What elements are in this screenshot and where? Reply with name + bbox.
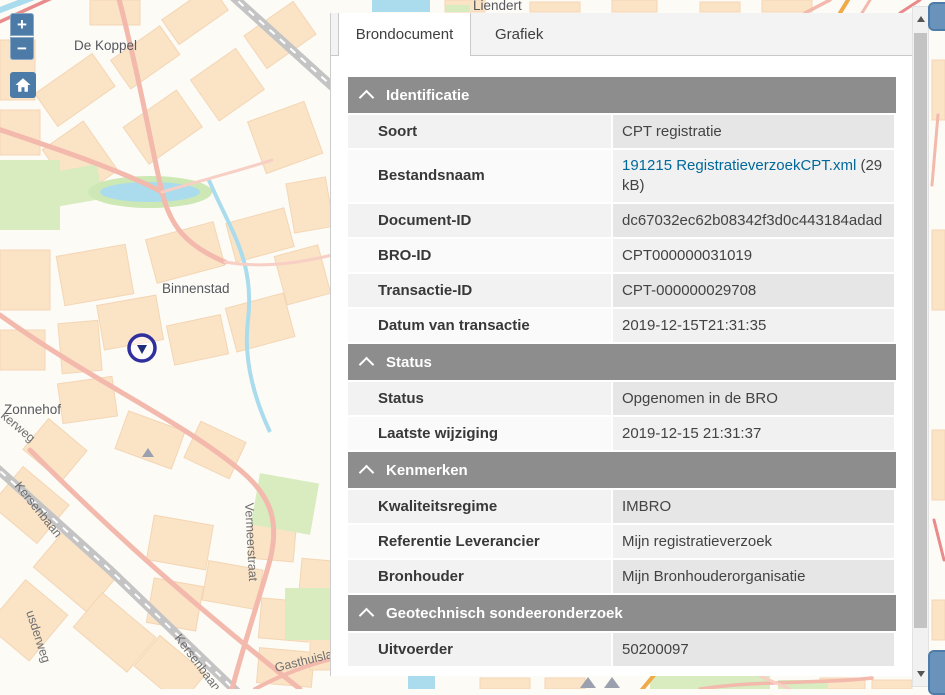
row-value: CPT000000031019 (613, 239, 894, 272)
tab-bar: Brondocument Grafiek (331, 13, 912, 56)
zoom-out-button[interactable]: − (10, 37, 34, 60)
row-value: CPT registratie (613, 115, 894, 148)
row-label: BRO-ID (348, 239, 611, 272)
bestandsnaam-file-link[interactable]: 191215 RegistratieverzoekCPT.xml (622, 157, 856, 174)
row-value: 50200097 (613, 633, 894, 666)
table-row: BRO-ID CPT000000031019 (348, 239, 896, 272)
row-value: Opgenomen in de BRO (613, 382, 894, 415)
row-label: Status (348, 382, 611, 415)
row-value: IMBRO (613, 490, 894, 523)
table-row: Bronhouder Mijn Bronhouderorganisatie (348, 560, 896, 593)
arrow-down-icon (917, 671, 925, 677)
table-row: Soort CPT registratie (348, 115, 896, 148)
section-header-geotechnisch-sondeeronderzoek[interactable]: Geotechnisch sondeeronderzoek (348, 595, 896, 631)
table-row: Referentie Leverancier Mijn registratiev… (348, 525, 896, 558)
row-value: CPT-000000029708 (613, 274, 894, 307)
zoom-in-button[interactable]: + (10, 13, 34, 36)
blue-corner-bottom (928, 650, 945, 695)
map-marker[interactable] (129, 335, 155, 361)
scroll-down-button[interactable] (913, 664, 928, 684)
scrollbar-thumb[interactable] (914, 33, 927, 628)
panel-content: Identificatie Soort CPT registratie Best… (331, 56, 912, 677)
row-label: Uitvoerder (348, 633, 611, 666)
section-title: Kenmerken (386, 462, 468, 479)
map-label-liendert: Liendert (473, 0, 522, 13)
row-label: Datum van transactie (348, 309, 611, 342)
row-value: Mijn registratieverzoek (613, 525, 894, 558)
tab-grafiek[interactable]: Grafiek (471, 13, 605, 55)
row-label: Soort (348, 115, 611, 148)
row-value: 2019-12-15T21:31:35 (613, 309, 894, 342)
arrow-up-icon (917, 16, 925, 22)
section-header-status[interactable]: Status (348, 344, 896, 380)
home-icon (14, 76, 32, 94)
section-header-kenmerken[interactable]: Kenmerken (348, 452, 896, 488)
section-title: Status (386, 354, 432, 371)
row-value: Mijn Bronhouderorganisatie (613, 560, 894, 593)
section-title: Geotechnisch sondeeronderzoek (386, 605, 623, 622)
chevron-up-icon (359, 464, 375, 480)
table-row: Datum van transactie 2019-12-15T21:31:35 (348, 309, 896, 342)
tab-brondocument[interactable]: Brondocument (338, 13, 471, 56)
table-row: Bestandsnaam 191215 RegistratieverzoekCP… (348, 150, 896, 202)
table-row: Status Opgenomen in de BRO (348, 382, 896, 415)
row-label: Document-ID (348, 204, 611, 237)
table-row: Document-ID dc67032ec62b08342f3d0c443184… (348, 204, 896, 237)
chevron-up-icon (359, 89, 375, 105)
row-label: Bestandsnaam (348, 150, 611, 202)
row-label: Bronhouder (348, 560, 611, 593)
chevron-up-icon (359, 356, 375, 372)
map-label-binnenstad: Binnenstad (162, 281, 230, 296)
chevron-up-icon (359, 607, 375, 623)
home-button[interactable] (10, 72, 36, 98)
section-header-identificatie[interactable]: Identificatie (348, 77, 896, 113)
row-value: dc67032ec62b08342f3d0c443184adad (613, 204, 894, 237)
scroll-up-button[interactable] (913, 9, 928, 29)
map-label-de-koppel: De Koppel (74, 38, 137, 53)
table-row: Uitvoerder 50200097 (348, 633, 896, 666)
table-row: Laatste wijziging 2019-12-15 21:31:37 (348, 417, 896, 450)
table-row: Kwaliteitsregime IMBRO (348, 490, 896, 523)
row-value: 2019-12-15 21:31:37 (613, 417, 894, 450)
panel-scrollbar[interactable] (912, 6, 929, 687)
row-label: Kwaliteitsregime (348, 490, 611, 523)
section-title: Identificatie (386, 87, 469, 104)
row-value: 191215 RegistratieverzoekCPT.xml (29 kB) (613, 150, 894, 202)
row-label: Transactie-ID (348, 274, 611, 307)
table-row: Transactie-ID CPT-000000029708 (348, 274, 896, 307)
detail-panel: Brondocument Grafiek Identificatie Soort… (330, 13, 912, 676)
row-label: Referentie Leverancier (348, 525, 611, 558)
row-label: Laatste wijziging (348, 417, 611, 450)
blue-corner-top (928, 2, 945, 31)
